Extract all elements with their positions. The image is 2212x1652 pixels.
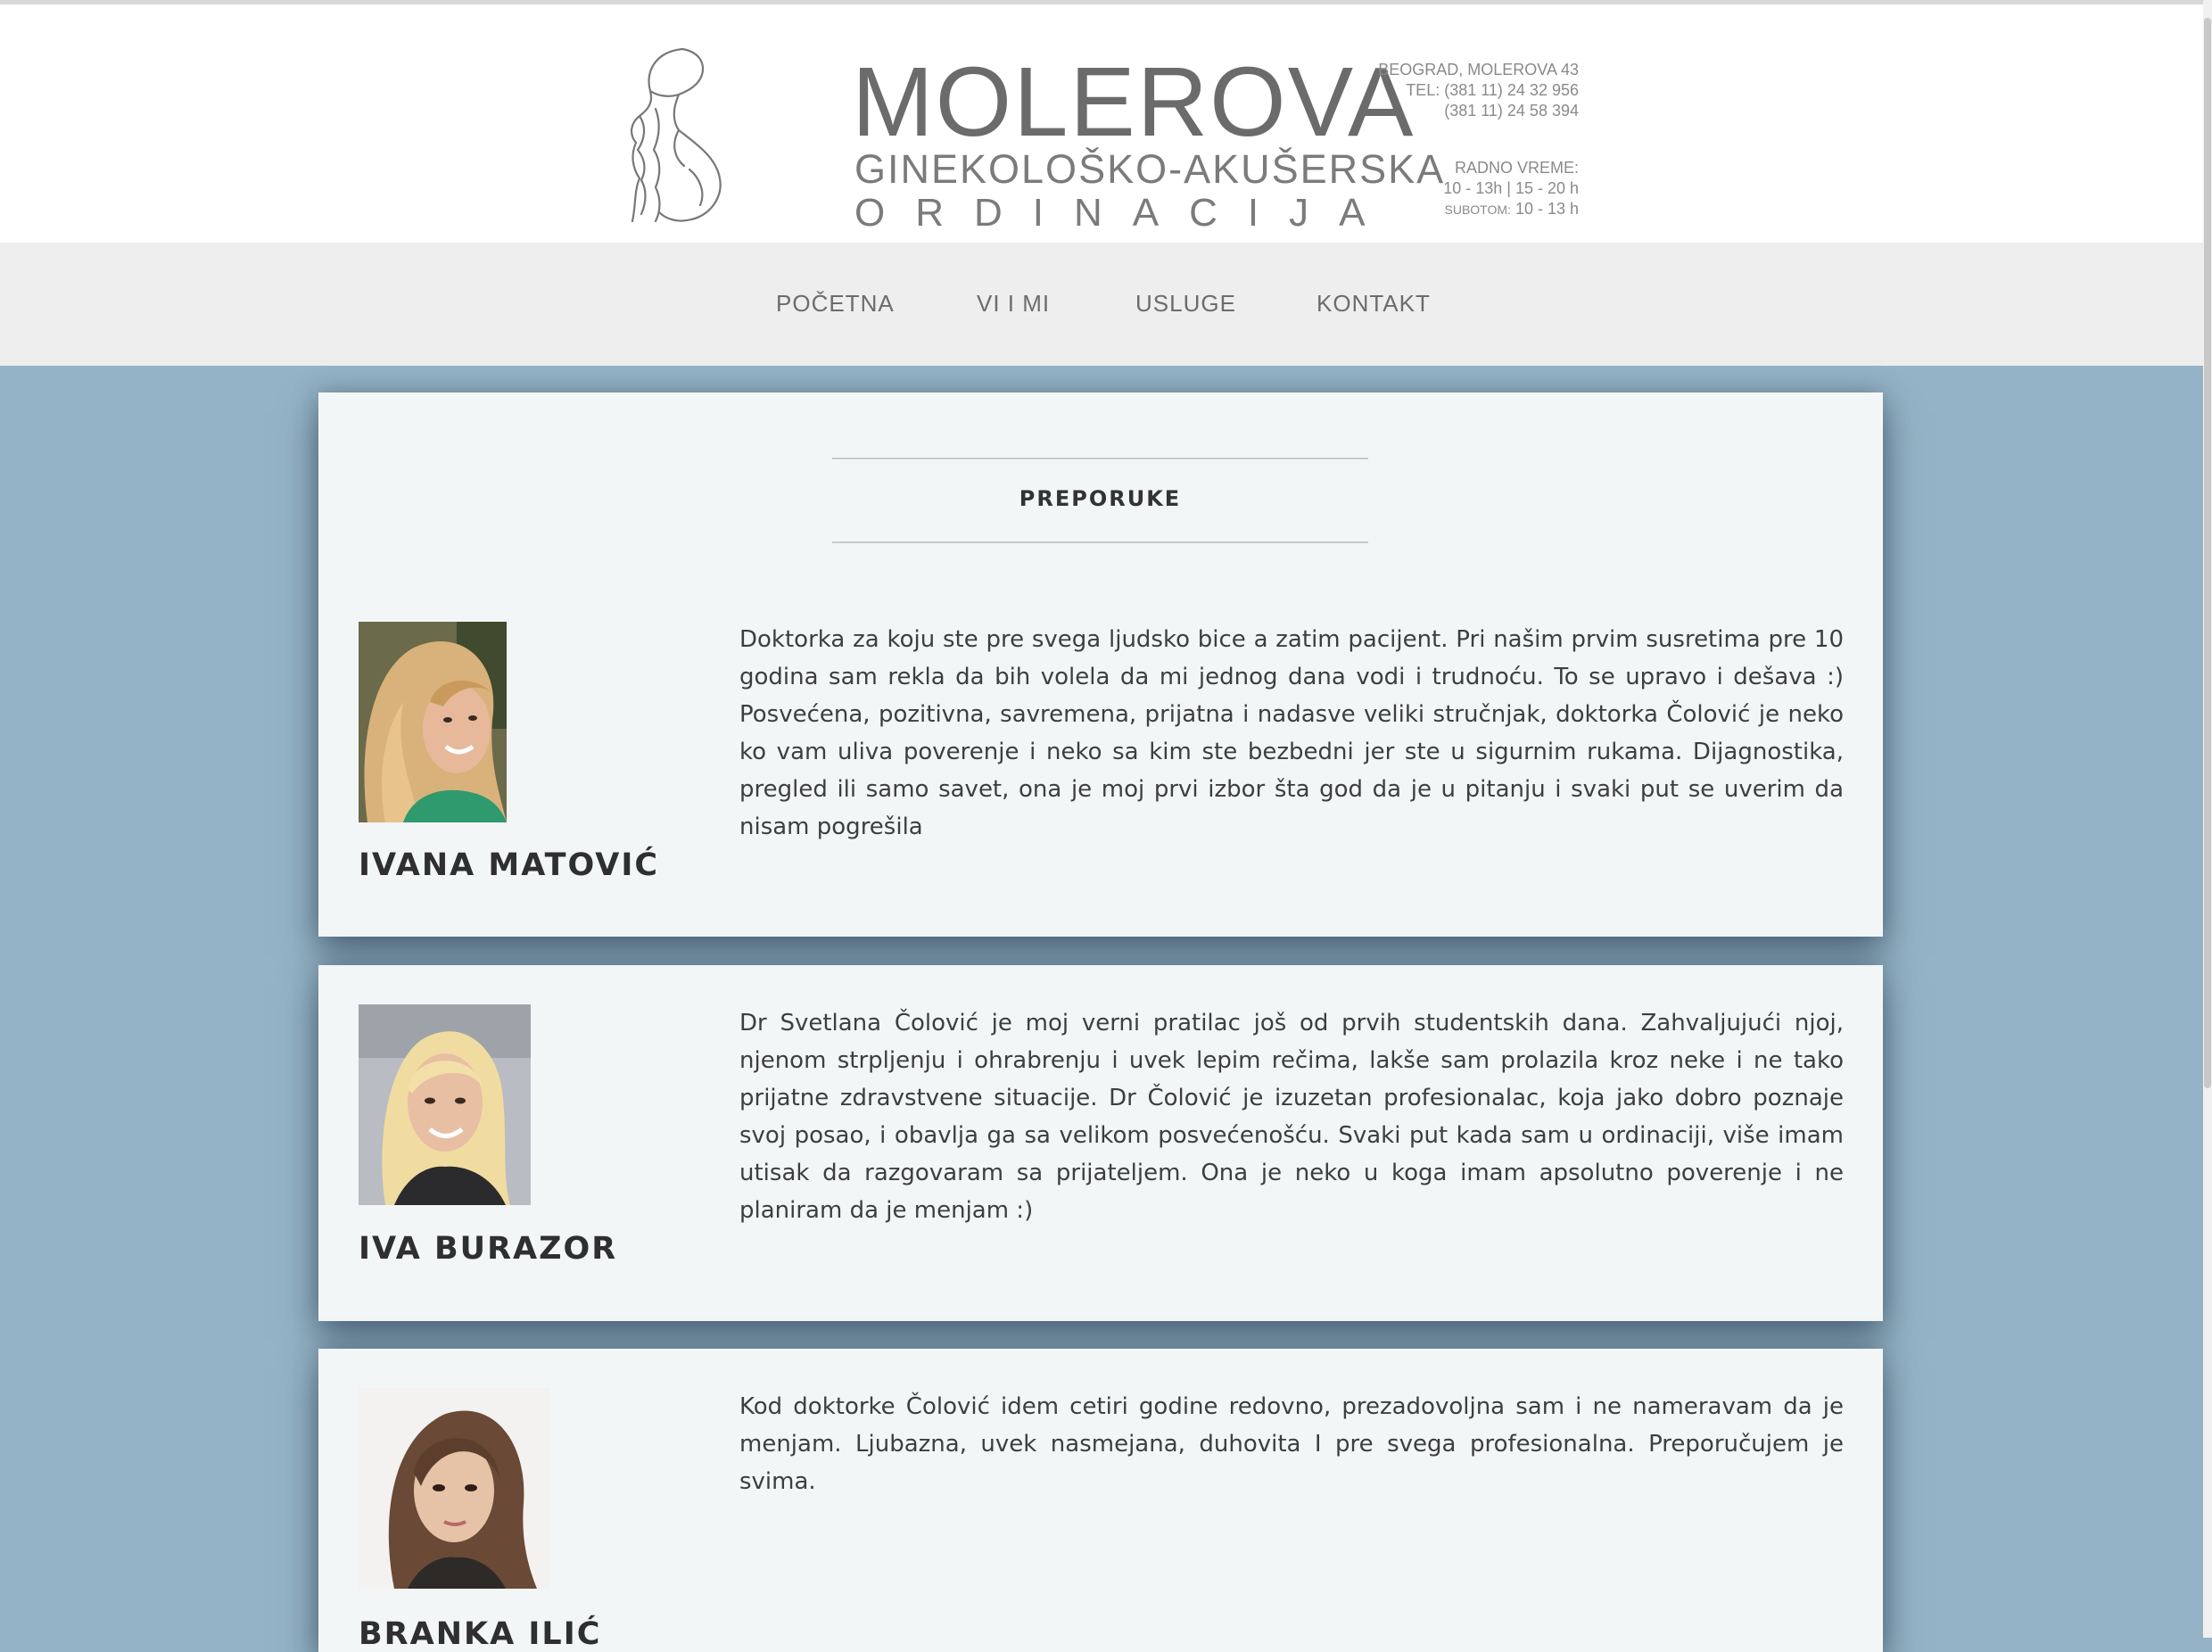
- hours-saturday-label: SUBOTOM:: [1444, 202, 1511, 217]
- hours-saturday: SUBOTOM: 10 - 13 h: [1374, 199, 1580, 220]
- avatar: [359, 1004, 531, 1205]
- brand-subtitle: GINEKOLOŠKO-AKUŠERSKA: [854, 146, 1446, 192]
- nav-item-vi-i-mi[interactable]: VI I MI: [977, 290, 1050, 318]
- scrollbar-thumb[interactable]: [2204, 18, 2211, 1088]
- hours-weekdays: 10 - 13h | 15 - 20 h: [1443, 179, 1579, 197]
- contact-info: BEOGRAD, MOLEROVA 43 TEL: (381 11) 24 32…: [1374, 60, 1579, 121]
- testimonial-text: Dr Svetlana Čolović je moj verni pratila…: [739, 1010, 1844, 1224]
- nav-item-pocetna[interactable]: POČETNA: [776, 290, 895, 318]
- hours-title: RADNO VREME:: [1454, 159, 1579, 177]
- testimonial-text: Kod doktorke Čolović idem cetiri godine …: [739, 1393, 1844, 1495]
- phone-1-text: TEL: (381 11) 24 32 956: [1406, 81, 1579, 99]
- phone-2-text: (381 11) 24 58 394: [1444, 102, 1579, 120]
- working-hours: RADNO VREME: 10 - 13h | 15 - 20 h SUBOTO…: [1374, 158, 1579, 220]
- testimonial-author: BRANKA ILIĆ: [359, 1616, 602, 1652]
- nav-item-kontakt[interactable]: KONTAKT: [1316, 290, 1431, 318]
- avatar: [359, 1388, 550, 1589]
- testimonial-author: IVANA MATOVIĆ: [359, 847, 660, 883]
- avatar: [359, 622, 507, 822]
- testimonial-author: IVA BURAZOR: [359, 1231, 618, 1267]
- brand-subtitle-ordinacija: ORDINACIJA: [854, 191, 1396, 235]
- testimonial-card: BRANKA ILIĆ Kod doktorke Čolović idem ce…: [318, 1349, 1883, 1652]
- hours-saturday-value: 10 - 13 h: [1515, 200, 1579, 218]
- main-navigation: POČETNA VI I MI USLUGE KONTAKT: [0, 243, 2203, 366]
- section-title: PREPORUKE: [1019, 486, 1182, 511]
- section-title-box: PREPORUKE: [832, 458, 1368, 543]
- testimonial-card: PREPORUKE IVANA MATOVIĆ Doktorka za koju…: [318, 392, 1883, 937]
- address-text: BEOGRAD, MOLEROVA 43: [1378, 61, 1579, 78]
- brand-name[interactable]: MOLEROVA: [852, 54, 1415, 152]
- nav-item-usluge[interactable]: USLUGE: [1135, 290, 1236, 318]
- pregnant-woman-logo-icon[interactable]: [620, 45, 731, 232]
- site-header: MOLEROVA GINEKOLOŠKO-AKUŠERSKA ORDINACIJ…: [0, 4, 2203, 243]
- testimonial-text: Doktorka za koju ste pre svega ljudsko b…: [739, 626, 1844, 840]
- scrollbar[interactable]: [2203, 0, 2212, 1638]
- testimonial-card: IVA BURAZOR Dr Svetlana Čolović je moj v…: [318, 965, 1883, 1321]
